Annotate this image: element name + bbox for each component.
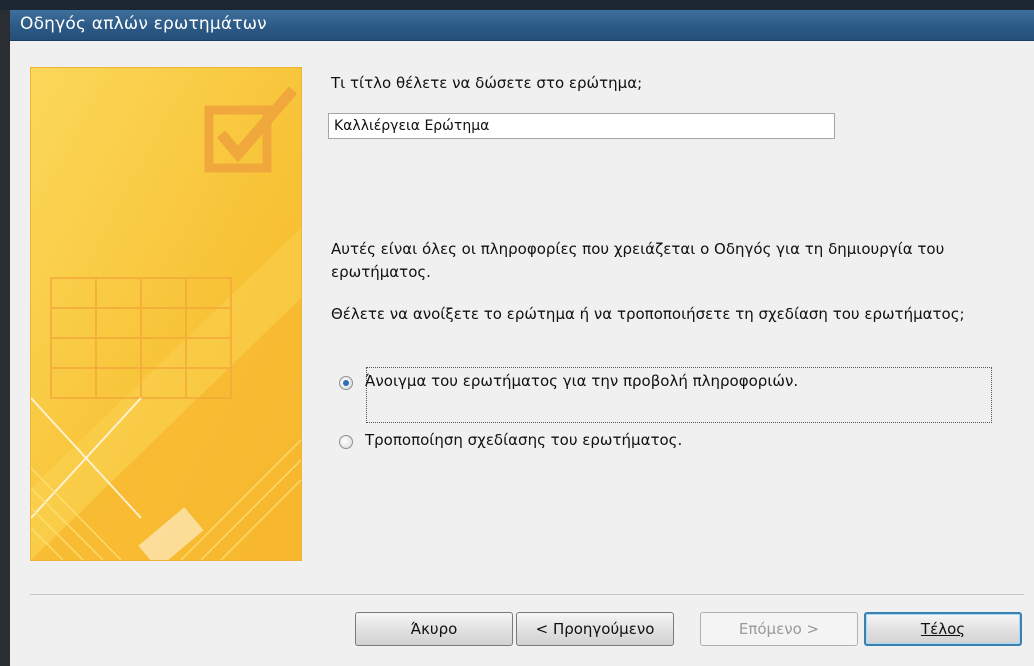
- info-text: Αυτές είναι όλες οι πληροφορίες που χρει…: [331, 240, 945, 281]
- radio-button-checked[interactable]: [339, 376, 353, 390]
- next-button: Επόμενο >: [700, 612, 858, 646]
- query-title-label: Τι τίτλο θέλετε να δώσετε στο ερώτημα;: [331, 74, 643, 92]
- back-button[interactable]: < Προηγούμενο: [516, 612, 674, 646]
- cancel-button[interactable]: Άκυρο: [355, 612, 513, 646]
- radio-open-query-label[interactable]: Άνοιγμα του ερωτήματος για την προβολή π…: [365, 372, 798, 390]
- cancel-button-label: Άκυρο: [410, 620, 458, 638]
- button-separator: [30, 594, 1024, 595]
- desktop-top-strip: [0, 0, 1034, 10]
- window-left-border: [0, 10, 10, 666]
- window-title: Οδηγός απλών ερωτημάτων: [20, 14, 267, 34]
- wizard-banner: [30, 67, 302, 561]
- next-button-label: Επόμενο >: [738, 620, 820, 638]
- finish-button-label: Τέλος: [920, 620, 966, 638]
- title-bar[interactable]: Οδηγός απλών ερωτημάτων: [10, 10, 1034, 41]
- banner-graphic: [31, 68, 301, 560]
- back-button-label: < Προηγούμενο: [535, 620, 655, 638]
- radio-modify-design-label[interactable]: Τροποποίηση σχεδίασης του ερωτήματος.: [365, 431, 682, 449]
- finish-button[interactable]: Τέλος: [864, 612, 1022, 646]
- radio-button-unchecked[interactable]: [339, 435, 353, 449]
- question-text: Θέλετε να ανοίξετε το ερώτημα ή να τροπο…: [331, 305, 965, 323]
- query-title-input[interactable]: [328, 113, 835, 139]
